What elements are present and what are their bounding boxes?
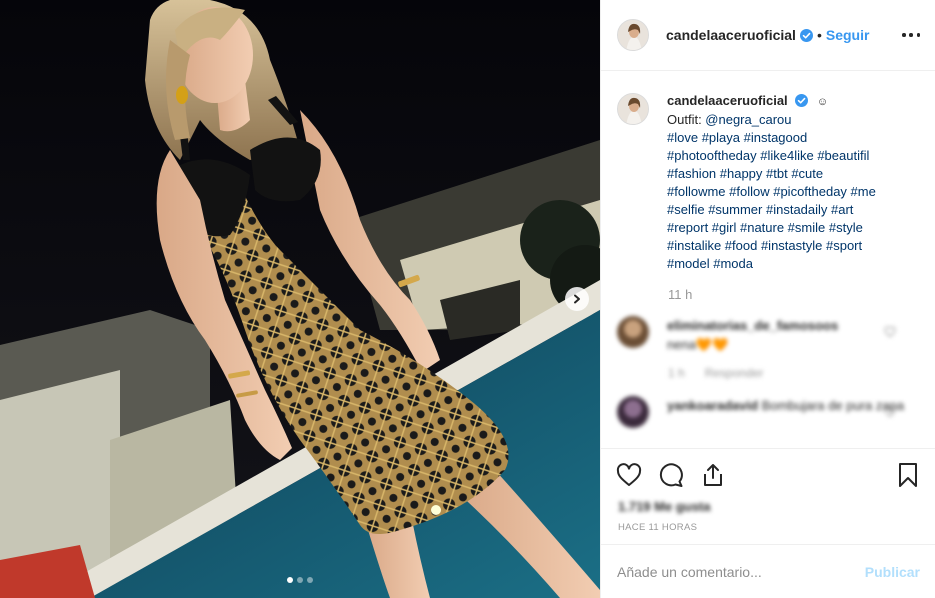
hashtag-line[interactable]: #model #moda xyxy=(667,255,917,273)
comment-button[interactable] xyxy=(657,461,685,489)
chevron-right-icon xyxy=(574,294,580,304)
caption-outfit-prefix: Outfit: xyxy=(667,112,706,127)
caption-username[interactable]: candelaaceruoficial xyxy=(667,93,788,108)
mention-link[interactable]: @negra_carou xyxy=(705,112,791,127)
comment-input[interactable] xyxy=(617,563,847,580)
verified-badge-icon xyxy=(795,94,809,107)
share-icon xyxy=(704,464,722,486)
comment-text: Bombujara de pura zapa xyxy=(761,398,905,413)
post-header: candelaaceruoficial • Seguir xyxy=(601,0,935,71)
post-actions: 1.719 Me gusta HACE 11 HORAS xyxy=(601,448,935,544)
hashtag-line[interactable]: #followme #follow #picoftheday #me xyxy=(667,183,917,201)
avatar[interactable] xyxy=(617,316,649,348)
avatar[interactable] xyxy=(617,396,649,428)
speech-bubble-icon xyxy=(659,463,683,487)
more-dot-icon xyxy=(902,33,906,37)
hashtag-line[interactable]: #photooftheday #like4like #beautifil xyxy=(667,147,917,165)
comment-meta: 1 h Responder xyxy=(668,366,920,380)
hashtag-line[interactable]: #fashion #happy #tbt #cute xyxy=(667,165,917,183)
like-button[interactable] xyxy=(615,461,643,489)
carousel-dot xyxy=(307,577,313,583)
publish-button[interactable]: Publicar xyxy=(865,564,920,580)
more-options-button[interactable] xyxy=(902,26,920,44)
avatar-image xyxy=(618,20,648,50)
carousel-next-button[interactable] xyxy=(565,287,589,311)
heart-icon[interactable] xyxy=(884,406,896,418)
comment-time: 1 h xyxy=(668,366,685,380)
carousel-indicator xyxy=(0,577,600,583)
share-button[interactable] xyxy=(699,461,727,489)
photo-image xyxy=(0,0,600,598)
avatar[interactable] xyxy=(617,93,649,125)
blurred-comments: eliminatorias_de_famosoos nena🧡🧡 1 h Res… xyxy=(617,316,920,428)
more-dot-icon xyxy=(916,33,920,37)
carousel-dot xyxy=(297,577,303,583)
save-button[interactable] xyxy=(894,461,922,489)
caption-time: 11 h xyxy=(668,287,693,302)
bookmark-icon xyxy=(899,463,917,487)
hashtag-line[interactable]: #instalike #food #instastyle #sport xyxy=(667,237,917,255)
comments-section[interactable]: candelaaceruoficial ☺ Outfit: @negra_car… xyxy=(601,72,935,448)
heart-icon[interactable] xyxy=(884,326,896,338)
add-comment-bar: Publicar xyxy=(601,544,935,598)
avatar[interactable] xyxy=(617,19,649,51)
post-photo[interactable] xyxy=(0,0,600,598)
avatar-image xyxy=(618,94,648,124)
reply-button[interactable]: Responder xyxy=(705,366,764,380)
hashtag-line[interactable]: #selfie #summer #instadaily #art xyxy=(667,201,917,219)
heart-icon xyxy=(616,463,642,486)
comment-item: eliminatorias_de_famosoos nena🧡🧡 xyxy=(617,316,920,354)
comment-username[interactable]: yankoaradavid xyxy=(667,398,758,413)
post-side-panel: candelaaceruoficial • Seguir candelaacer… xyxy=(600,0,935,598)
comment-item: yankoaradavid Bombujara de pura zapa xyxy=(617,396,920,428)
hashtag-line[interactable]: #love #playa #instagood xyxy=(667,129,917,147)
post-timestamp: HACE 11 HORAS xyxy=(618,522,698,533)
smile-emoji: ☺ xyxy=(816,96,829,108)
caption-text: candelaaceruoficial ☺ Outfit: @negra_car… xyxy=(667,92,917,273)
likes-count[interactable]: 1.719 Me gusta xyxy=(618,499,711,514)
comment-username[interactable]: eliminatorias_de_famosoos xyxy=(667,318,838,333)
more-dot-icon xyxy=(909,33,913,37)
carousel-dot xyxy=(287,577,293,583)
verified-badge-icon xyxy=(799,28,813,42)
comment-text: nena🧡🧡 xyxy=(667,337,729,352)
hashtag-line[interactable]: #report #girl #nature #smile #style xyxy=(667,219,917,237)
follow-button[interactable]: Seguir xyxy=(826,27,870,43)
post-caption: candelaaceruoficial ☺ Outfit: @negra_car… xyxy=(617,92,920,273)
separator-bullet: • xyxy=(816,27,822,43)
post-author-username[interactable]: candelaaceruoficial xyxy=(666,27,796,43)
